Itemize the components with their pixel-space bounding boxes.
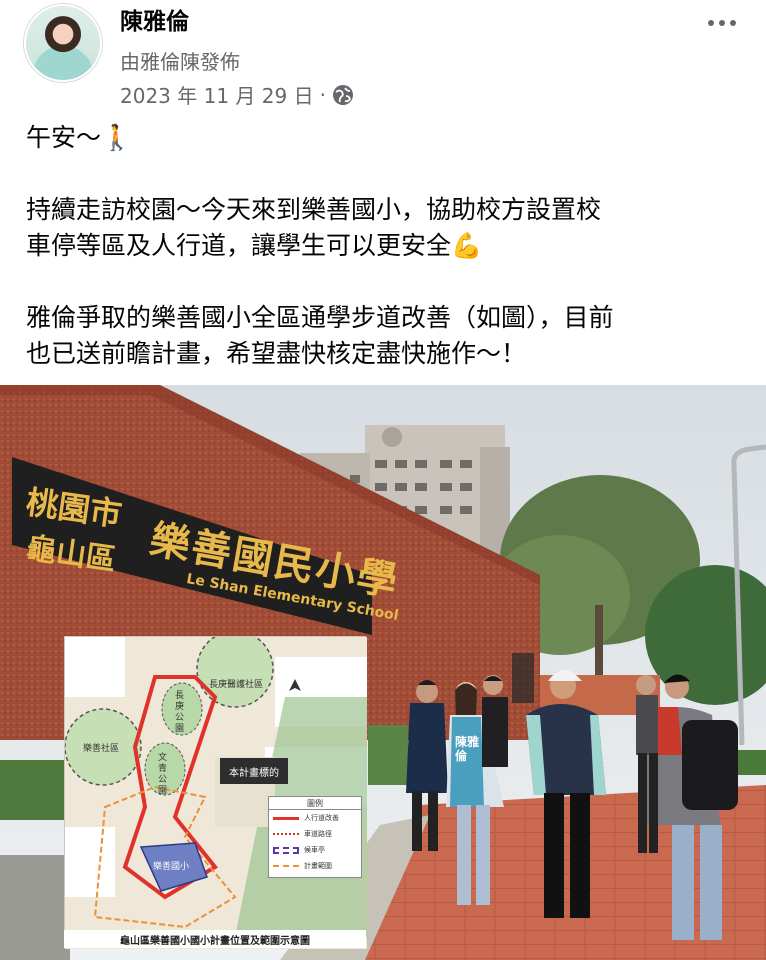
map-callout: 本計畫標的 bbox=[220, 758, 288, 784]
map-label-park-b: 文青公園 bbox=[158, 753, 168, 796]
globe-icon[interactable] bbox=[332, 84, 354, 106]
map-label-park-top: 長庚醫護社區 bbox=[209, 680, 264, 690]
map-label-park-a: 長庚公園 bbox=[175, 691, 185, 734]
post-date[interactable]: 2023 年 11 月 29 日 bbox=[120, 80, 314, 109]
map-label-park-left: 樂善社區 bbox=[83, 744, 120, 754]
post-line: 也已送前瞻計畫，希望盡快核定盡快施作～！ bbox=[26, 339, 527, 368]
author-name[interactable]: 陳雅倫 bbox=[120, 2, 189, 36]
post-line: 午安～🚶 bbox=[26, 123, 133, 152]
project-map: 長庚醫護社區 樂善社區 長庚公園 文青公園 樂善國小 bbox=[64, 630, 367, 949]
legend-title: 圖例 bbox=[269, 797, 361, 810]
more-options-icon[interactable] bbox=[700, 8, 744, 38]
map-legend: 圖例 人行道改善 車道路徑 候車亭 計畫範圍 bbox=[268, 796, 362, 878]
post-line: 雅倫爭取的樂善國小全區通學步道改善（如圖），目前 bbox=[26, 303, 614, 332]
author-avatar[interactable] bbox=[24, 4, 102, 82]
post-line: 車停等區及人行道，讓學生可以更安全💪 bbox=[26, 231, 483, 260]
meta-separator: · bbox=[319, 82, 326, 107]
post-meta: 2023 年 11 月 29 日 · bbox=[120, 80, 354, 109]
legend-item: 人行道改善 bbox=[269, 810, 361, 826]
post-body: 午安～🚶 持續走訪校園～今天來到樂善國小，協助校方設置校 車停等區及人行道，讓學… bbox=[26, 120, 746, 372]
post-byline: 由雅倫陳發佈 bbox=[120, 50, 240, 74]
legend-item: 候車亭 bbox=[269, 842, 361, 858]
vest-text: 陳雅倫 bbox=[455, 735, 480, 763]
legend-item: 計畫範圍 bbox=[269, 858, 361, 874]
legend-item: 車道路徑 bbox=[269, 826, 361, 842]
post-line: 持續走訪校園～今天來到樂善國小，協助校方設置校 bbox=[26, 195, 602, 224]
map-label-school: 樂善國小 bbox=[153, 862, 190, 872]
map-caption: 龜山區樂善國小國小計畫位置及範圍示意圖 bbox=[64, 930, 366, 948]
post-header: 陳雅倫 由雅倫陳發佈 2023 年 11 月 29 日 · bbox=[0, 0, 766, 112]
